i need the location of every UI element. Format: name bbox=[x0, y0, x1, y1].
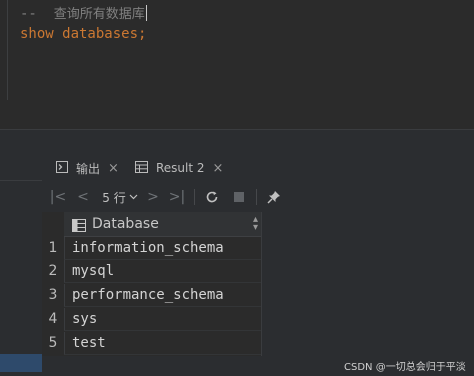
editor-bottom-area bbox=[0, 100, 474, 130]
pin-icon[interactable] bbox=[264, 187, 284, 207]
table-cell[interactable]: test bbox=[64, 332, 261, 355]
editor-gutter-divider bbox=[7, 0, 8, 100]
results-grid: Database ▴ ▾ 1 information_schema 2 mysql… bbox=[42, 212, 262, 356]
close-icon[interactable]: × bbox=[213, 161, 224, 176]
stop-icon[interactable] bbox=[229, 187, 249, 207]
watermark-text: CSDN @一切总会归于平淡 bbox=[344, 362, 466, 373]
table-cell[interactable]: mysql bbox=[64, 260, 261, 283]
tab-result-2[interactable]: Result 2 × bbox=[135, 154, 223, 182]
chevron-down-icon bbox=[129, 194, 138, 200]
table-grid-icon bbox=[135, 160, 148, 176]
row-number: 4 bbox=[42, 308, 64, 331]
sql-editor[interactable]: -- 查询所有数据库 show databases; bbox=[0, 0, 474, 100]
rows-per-page-value: 5 行 bbox=[102, 190, 126, 205]
column-table-icon bbox=[72, 217, 86, 236]
next-page-icon[interactable]: > bbox=[144, 187, 162, 207]
left-panel-separator bbox=[0, 180, 42, 181]
table-cell[interactable]: performance_schema bbox=[64, 284, 261, 307]
sort-arrows-icon[interactable]: ▴ ▾ bbox=[253, 215, 258, 233]
close-icon[interactable]: × bbox=[108, 161, 119, 176]
editor-sql-line: show databases; bbox=[20, 26, 147, 42]
stop-square bbox=[234, 192, 244, 202]
panel-divider[interactable] bbox=[0, 129, 474, 130]
tab-output-label: 输出 bbox=[76, 161, 101, 176]
grid-right-border bbox=[261, 212, 262, 356]
tab-output[interactable]: 输出 × bbox=[56, 154, 119, 182]
comment-text: 查询所有数据库 bbox=[53, 7, 145, 22]
first-page-icon[interactable]: |< bbox=[49, 187, 67, 207]
editor-comment-line: -- 查询所有数据库 bbox=[20, 3, 147, 22]
results-toolbar: |< < 5 行 > >| bbox=[42, 183, 474, 211]
row-number: 1 bbox=[42, 237, 64, 260]
comment-prefix: -- bbox=[20, 6, 54, 22]
rows-per-page-dropdown[interactable]: 5 行 bbox=[100, 187, 140, 207]
table-cell[interactable]: sys bbox=[64, 308, 261, 331]
toolbar-divider bbox=[256, 189, 257, 205]
toolbar-divider bbox=[194, 189, 195, 205]
tab-result-label: Result 2 bbox=[156, 161, 205, 175]
row-number: 3 bbox=[42, 284, 64, 307]
row-number: 5 bbox=[42, 332, 64, 355]
previous-page-icon[interactable]: < bbox=[74, 187, 92, 207]
row-number: 2 bbox=[42, 260, 64, 283]
output-console-icon bbox=[56, 160, 68, 176]
left-side-panel bbox=[0, 130, 42, 376]
left-panel-selected-row[interactable] bbox=[0, 354, 42, 372]
column-header-database[interactable]: Database ▴ ▾ bbox=[64, 212, 261, 237]
table-cell[interactable]: information_schema bbox=[64, 237, 261, 260]
column-header-label: Database bbox=[92, 216, 159, 232]
results-tab-bar: 输出 × Result 2 × bbox=[42, 154, 474, 182]
last-page-icon[interactable]: >| bbox=[168, 187, 186, 207]
refresh-icon[interactable] bbox=[202, 187, 222, 207]
text-caret bbox=[145, 5, 147, 21]
